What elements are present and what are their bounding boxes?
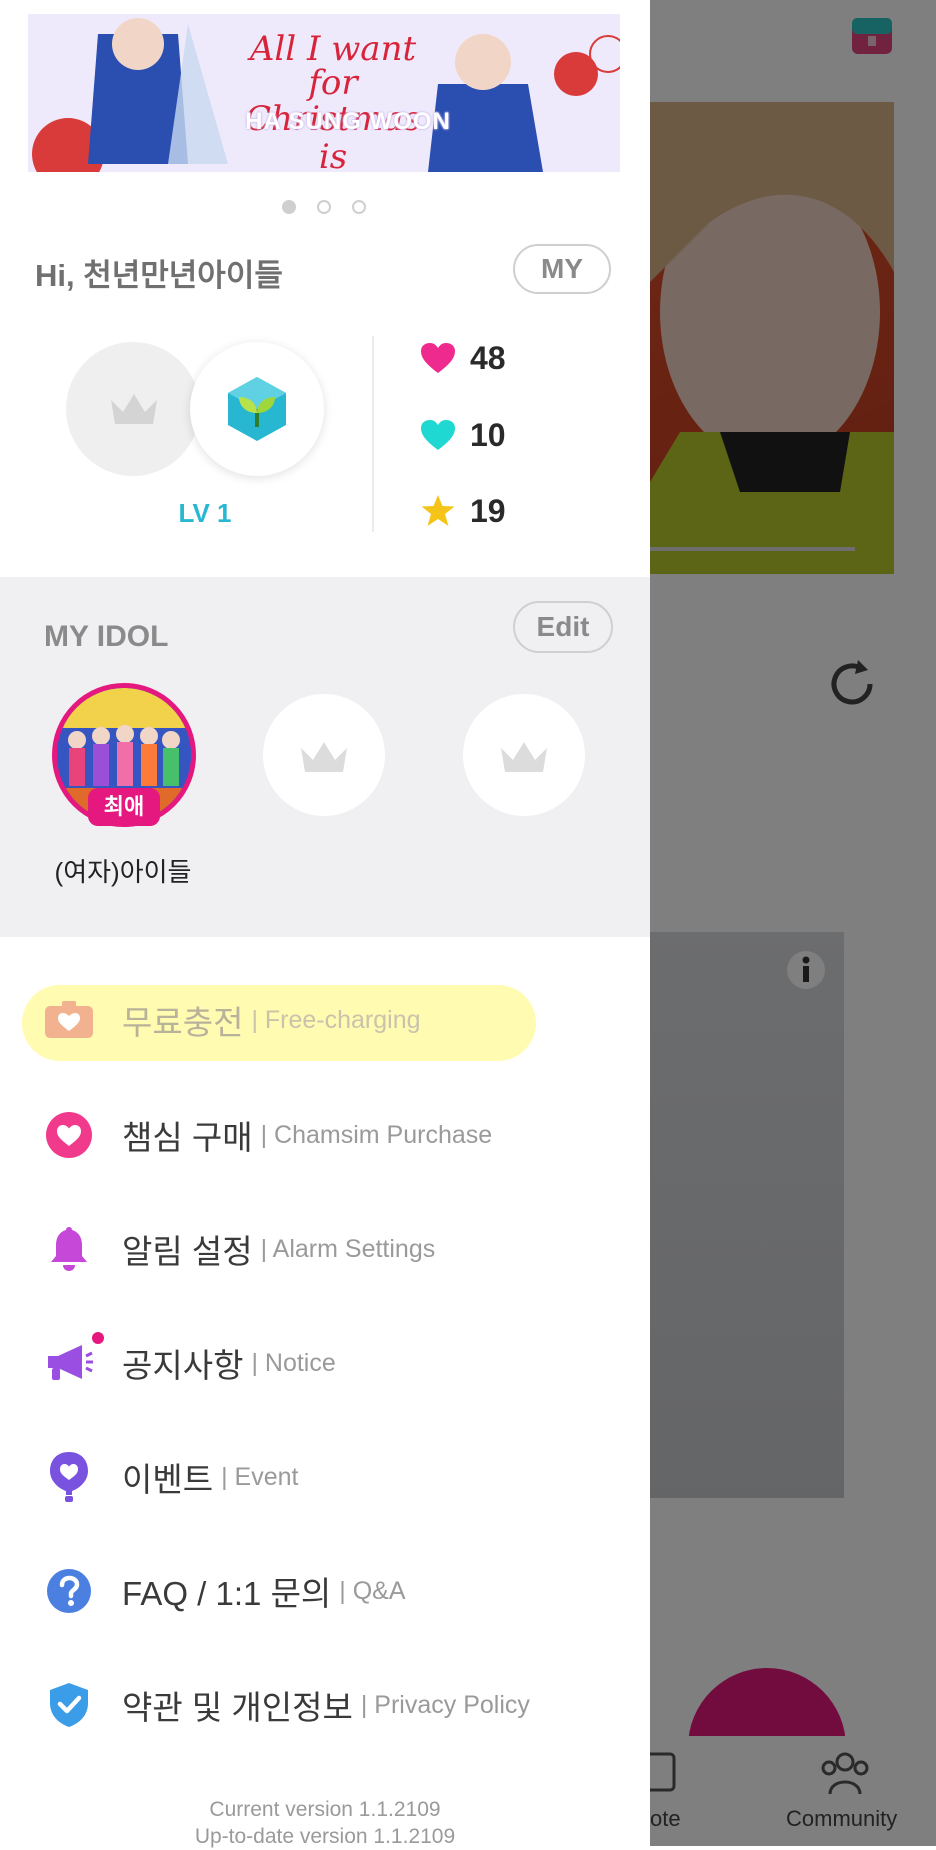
pink-hearts-count: 48 xyxy=(470,339,506,376)
menu-label-kr: 약관 및 개인정보 xyxy=(122,1689,353,1726)
menu-label-en: | Alarm Settings xyxy=(260,1234,436,1263)
greeting-text: Hi, 천년만년아이들 xyxy=(35,258,283,293)
menu-label-en: | Privacy Policy xyxy=(360,1690,530,1719)
menu-label-en: | Free-charging xyxy=(251,1005,421,1034)
menu-item-chamsim-purchase[interactable]: 챔심 구매 | Chamsim Purchase xyxy=(44,1105,492,1165)
menu-item-privacy-policy[interactable]: 약관 및 개인정보 | Privacy Policy xyxy=(44,1675,530,1735)
menu-label-kr: 무료충전 xyxy=(122,1004,244,1041)
stat-teal-hearts: 10 xyxy=(420,413,506,457)
notification-dot xyxy=(92,1332,104,1344)
banner-dot-3[interactable] xyxy=(352,200,366,214)
menu-item-event[interactable]: 이벤트 | Event xyxy=(44,1447,298,1507)
balloon-heart-icon xyxy=(44,1452,94,1502)
free-charging-icon xyxy=(44,995,94,1045)
crown-icon xyxy=(501,742,547,772)
menu-label-kr: 이벤트 xyxy=(122,1461,214,1498)
favorite-idol-name: (여자)아이들 xyxy=(54,857,192,887)
favorite-badge: 최애 xyxy=(88,788,160,826)
heart-icon xyxy=(44,1110,94,1160)
pink-heart-icon xyxy=(421,343,455,373)
divider xyxy=(372,336,374,532)
menu-item-alarm-settings[interactable]: 알림 설정 | Alarm Settings xyxy=(44,1219,435,1279)
stars-count: 19 xyxy=(470,492,506,529)
stat-stars: 19 xyxy=(420,489,506,533)
menu-label-en: | Notice xyxy=(251,1348,336,1377)
teal-heart-icon xyxy=(421,420,455,450)
edit-button[interactable]: Edit xyxy=(513,601,613,653)
shield-check-icon xyxy=(44,1680,94,1730)
menu-item-free-charging[interactable]: 무료충전 | Free-charging xyxy=(44,990,421,1050)
sprout-level-icon xyxy=(228,377,286,441)
banner-line-1: All I want for xyxy=(249,29,417,103)
menu-label-kr: 챔심 구매 xyxy=(122,1119,253,1156)
menu-label-en: | Q&A xyxy=(339,1576,406,1605)
menu-item-notice[interactable]: 공지사항 | Notice xyxy=(44,1332,336,1393)
teal-hearts-count: 10 xyxy=(470,416,506,453)
question-icon xyxy=(44,1566,94,1616)
banner-dot-2[interactable] xyxy=(317,200,331,214)
megaphone-icon xyxy=(44,1332,104,1388)
banner-line-3: HA SUNG WOON xyxy=(245,108,451,135)
crown-icon xyxy=(301,742,347,772)
my-idol-title: MY IDOL xyxy=(44,620,169,653)
menu-label-kr: FAQ / 1:1 문의 xyxy=(122,1575,332,1612)
idol-slot-2[interactable] xyxy=(263,694,385,816)
bell-icon xyxy=(44,1224,94,1274)
menu-label-kr: 공지사항 xyxy=(122,1347,244,1384)
my-button[interactable]: MY xyxy=(513,244,611,294)
star-icon xyxy=(421,495,455,526)
idol-slot-3[interactable] xyxy=(463,694,585,816)
side-drawer: All I want for Christmas is HA SUNG WOON… xyxy=(0,0,650,1848)
current-version: Current version 1.1.2109 xyxy=(209,1798,441,1821)
banner-dot-1[interactable] xyxy=(282,200,296,214)
menu-label-en: | Event xyxy=(221,1462,299,1491)
level-label: LV 1 xyxy=(178,498,232,528)
menu-item-faq[interactable]: FAQ / 1:1 문의 | Q&A xyxy=(44,1561,406,1621)
profile-avatar-empty[interactable] xyxy=(66,342,200,476)
crown-icon xyxy=(111,394,157,424)
level-badge[interactable] xyxy=(190,342,324,476)
menu-label-kr: 알림 설정 xyxy=(122,1233,253,1270)
stat-pink-hearts: 48 xyxy=(420,336,506,380)
promo-banner[interactable]: All I want for Christmas is HA SUNG WOON xyxy=(28,14,620,172)
version-info: Current version 1.1.2109 Up-to-date vers… xyxy=(0,1796,650,1850)
menu-label-en: | Chamsim Purchase xyxy=(260,1120,493,1149)
